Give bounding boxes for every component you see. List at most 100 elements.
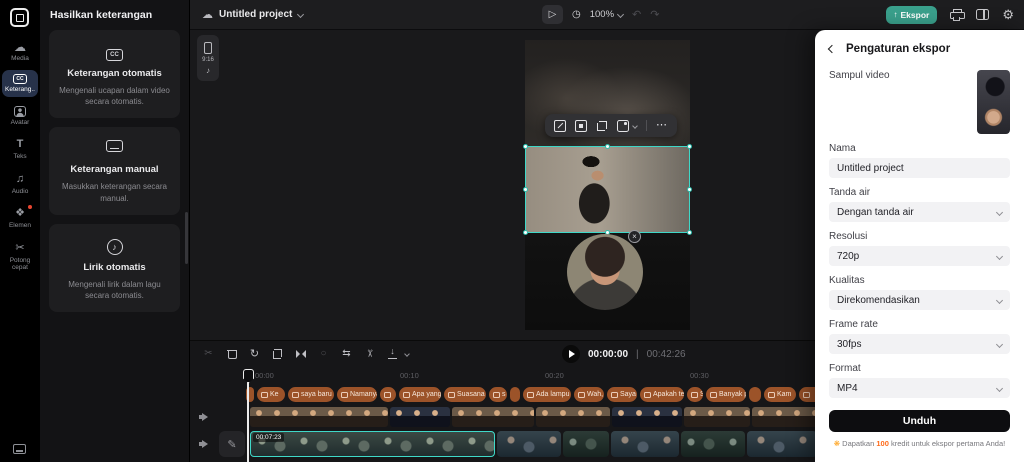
field-value: MP4 (837, 382, 858, 394)
project-title-menu[interactable]: ☁ Untitled project (202, 8, 305, 21)
aspect-ratio-widget[interactable]: 9:16 ♪ (197, 35, 219, 81)
timeline-tool-icon[interactable] (315, 345, 332, 362)
redo-icon[interactable]: ↷ (650, 8, 659, 21)
cursor-icon: ▷ (548, 9, 557, 20)
caption-clip[interactable]: Banyak p (706, 387, 746, 402)
resize-handle[interactable] (687, 230, 692, 235)
chevron-down-icon (995, 252, 1004, 260)
print-icon[interactable] (950, 8, 966, 21)
sidebar-item[interactable]: Media (2, 36, 38, 65)
scene-clip[interactable] (681, 431, 745, 457)
caption-clip[interactable]: Apa yang (399, 387, 441, 402)
scene-clip[interactable] (747, 431, 817, 457)
timeline-ruler[interactable]: 00:00 00:10 00:20 00:30 (248, 371, 848, 380)
scene-clip[interactable] (563, 431, 609, 457)
app-logo-icon[interactable] (10, 8, 29, 27)
caption-clip[interactable] (380, 387, 396, 402)
overlay-icon[interactable] (617, 119, 629, 132)
layout-panels-icon[interactable] (976, 9, 990, 20)
field-control[interactable]: 30fps (829, 334, 1010, 354)
scene-clip[interactable] (611, 431, 679, 457)
selection-box[interactable] (523, 144, 692, 235)
caption-clip[interactable]: Wah, (574, 387, 604, 402)
caption-clip[interactable]: Saya (607, 387, 637, 402)
video-clip[interactable] (684, 407, 750, 427)
preview-quality-icon[interactable]: ◷ (572, 9, 581, 20)
caption-clip[interactable]: s (489, 387, 507, 402)
caption-clip[interactable]: Ada lampu p (523, 387, 571, 402)
timeline-tool-icon[interactable] (292, 345, 309, 362)
video-clip[interactable] (452, 407, 534, 427)
timeline-tool-icon[interactable] (200, 345, 217, 362)
shortcuts-icon[interactable] (13, 444, 26, 454)
caption-clip[interactable]: S (687, 387, 703, 402)
resize-handle[interactable] (687, 144, 692, 149)
video-clip[interactable] (390, 407, 450, 427)
back-chevron-icon[interactable] (827, 44, 837, 54)
caption-clip-icon (448, 391, 455, 398)
scrollbar[interactable] (185, 212, 188, 264)
download-button[interactable]: Unduh (829, 410, 1010, 432)
sidebar-item[interactable]: Audio (2, 169, 38, 198)
track-edit-icon[interactable]: ✎ (219, 431, 245, 457)
more-options-icon[interactable]: ⋯ (656, 120, 668, 131)
track-audio-icon[interactable] (199, 439, 211, 449)
caption-clip[interactable] (749, 387, 761, 402)
resize-handle[interactable] (687, 186, 692, 192)
caption-clip[interactable] (510, 387, 520, 402)
timeline-tool-icon[interactable] (269, 345, 286, 362)
remove-overlay-handle[interactable]: × (628, 230, 641, 243)
total-duration: 00:42:26 (646, 348, 686, 360)
play-button[interactable] (562, 345, 580, 363)
timeline-tool-icon[interactable] (223, 345, 240, 362)
caption-clip[interactable]: Suasana (444, 387, 486, 402)
chevron-down-icon[interactable] (632, 122, 638, 129)
sidebar-item[interactable]: Keterang.. (2, 70, 38, 97)
timeline-tool-icon[interactable] (246, 345, 263, 362)
scene-clip[interactable] (497, 431, 561, 457)
caption-clip[interactable]: Apakah ter (640, 387, 684, 402)
scene-clip[interactable]: 00:07:23 (250, 431, 495, 457)
frame-fill-icon[interactable] (575, 119, 587, 132)
resize-handle[interactable] (523, 186, 528, 192)
caption-clip[interactable]: Ke (257, 387, 285, 402)
field-value: Untitled project (837, 162, 904, 174)
video-clip[interactable] (612, 407, 682, 427)
field-control[interactable]: Dengan tanda air (829, 202, 1010, 222)
sidebar-item[interactable]: Avatar (2, 102, 38, 129)
timeline-tool-icon[interactable] (338, 345, 355, 362)
timeline-tool-icon[interactable] (361, 345, 378, 362)
resize-handle[interactable] (604, 144, 610, 149)
caption-clip[interactable]: Namanya (337, 387, 377, 402)
sidebar-item-icon (15, 207, 25, 220)
field-control[interactable]: Untitled project (829, 158, 1010, 178)
undo-icon[interactable]: ↶ (632, 8, 641, 21)
crop-icon[interactable] (596, 120, 608, 132)
speaker-avatar-overlay[interactable] (567, 234, 643, 310)
resize-handle[interactable] (523, 230, 528, 235)
field-control[interactable]: Direkomendasikan (829, 290, 1010, 310)
timeline-tool-icon[interactable] (384, 345, 401, 362)
caption-clip[interactable]: saya baru saj (288, 387, 334, 402)
field-control[interactable]: MP4 (829, 378, 1010, 398)
resize-handle[interactable] (523, 144, 528, 149)
export-button[interactable]: ↑ Ekspor (885, 5, 938, 24)
caption-clip[interactable]: Kam (764, 387, 796, 402)
video-cover-thumbnail[interactable] (977, 70, 1010, 134)
select-tool-button[interactable]: ▷ (542, 5, 563, 24)
sidebar-item[interactable]: Potong cepat (2, 238, 38, 275)
settings-gear-icon[interactable]: ⚙ (1002, 8, 1014, 21)
track-audio-icon[interactable] (199, 412, 211, 422)
field-value: 720p (837, 250, 860, 262)
caption-card[interactable]: Keterangan manual Masukkan keterangan se… (49, 127, 180, 215)
caption-card[interactable]: Lirik otomatis Mengenali lirik dalam lag… (49, 223, 180, 313)
sidebar-item[interactable]: Teks (2, 134, 38, 163)
sidebar-item[interactable]: Elemen (2, 203, 38, 232)
video-clip[interactable] (536, 407, 610, 427)
caption-card[interactable]: Keterangan otomatis Mengenali ucapan dal… (49, 30, 180, 119)
scale-icon[interactable] (554, 119, 566, 132)
video-clip[interactable] (250, 407, 388, 427)
playhead[interactable] (247, 369, 249, 462)
field-control[interactable]: 720p (829, 246, 1010, 266)
zoom-level-dropdown[interactable]: 100% (590, 9, 625, 20)
